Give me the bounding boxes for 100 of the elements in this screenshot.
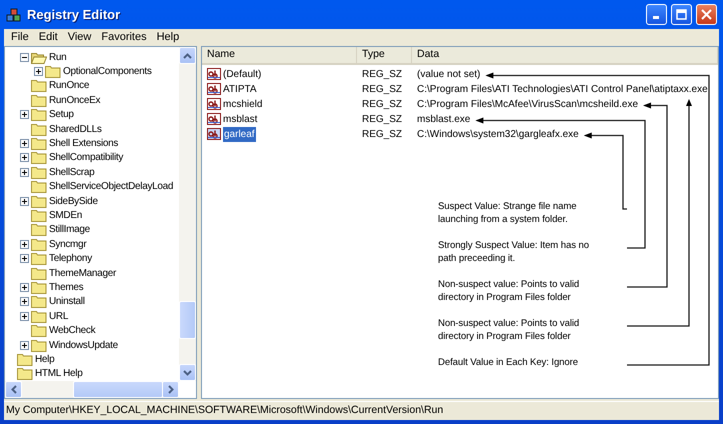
folder-icon: [31, 208, 47, 222]
scrollbar-thumb[interactable]: [73, 381, 163, 398]
expand-toggle[interactable]: [20, 254, 29, 264]
folder-icon: [31, 223, 47, 236]
tree-item[interactable]: SMDEn: [49, 208, 82, 223]
folder-icon: [17, 352, 33, 366]
scroll-down-button[interactable]: [179, 364, 196, 381]
scrollbar-thumb[interactable]: [179, 301, 196, 339]
folder-icon: [31, 338, 47, 352]
expand-toggle[interactable]: [34, 67, 43, 76]
string-value-icon: [207, 128, 222, 141]
callout-text: Suspect Value: Strange file name launching from a system folder.: [438, 201, 578, 226]
menu-item[interactable]: Edit: [34, 29, 63, 46]
maximize-icon: [676, 9, 687, 20]
tree-item[interactable]: WebCheck: [49, 323, 96, 338]
value-data: C:\Windows\system32\gargleafx.exe: [417, 129, 579, 140]
tree-item[interactable]: RunOnceEx: [49, 92, 100, 108]
folder-icon: [31, 79, 47, 92]
minimize-button[interactable]: [646, 4, 667, 25]
vertical-scrollbar[interactable]: [179, 47, 196, 381]
value-type: REG_SZ: [362, 69, 402, 80]
folder-icon: [31, 266, 47, 280]
expand-toggle[interactable]: [20, 168, 29, 177]
tree-item[interactable]: WindowsUpdate: [49, 338, 118, 353]
tree-item[interactable]: ShellServiceObjectDelayLoad: [49, 179, 174, 194]
value-name[interactable]: mcshield: [223, 97, 262, 112]
callout-text: Non-suspect value: Points to valid directory in Program Files folder: [438, 279, 580, 304]
tree-item[interactable]: SharedDLLs: [49, 122, 102, 137]
expand-toggle[interactable]: [20, 297, 29, 306]
tree-item[interactable]: OptionalComponents: [63, 64, 152, 80]
tree-item[interactable]: Setup: [49, 107, 74, 122]
tree-item[interactable]: Telephony: [49, 251, 92, 266]
cubes-icon: [6, 6, 22, 22]
open-folder-icon: [31, 50, 47, 64]
registry-path: My Computer\HKEY_LOCAL_MACHINE\SOFTWARE\Microsoft\Windows\CurrentVersion\Run: [6, 403, 444, 418]
expand-toggle[interactable]: [20, 153, 29, 162]
expand-toggle[interactable]: [20, 312, 29, 321]
value-data: C:\Program Files\McAfee\VirusScan\mcsheild.exe: [417, 99, 638, 110]
value-data: (value not set): [417, 69, 480, 80]
scroll-up-button[interactable]: [179, 47, 196, 64]
folder-icon: [31, 137, 47, 150]
tree-item[interactable]: Help: [35, 352, 54, 367]
string-value-icon: [207, 83, 222, 96]
expand-toggle[interactable]: [20, 282, 29, 292]
value-type: REG_SZ: [362, 129, 402, 140]
tree-item[interactable]: SideBySide: [49, 194, 98, 209]
value-name[interactable]: msblast: [223, 112, 258, 127]
string-value-icon: [207, 68, 222, 81]
close-icon: [701, 9, 712, 20]
maximize-button[interactable]: [671, 4, 692, 25]
expand-toggle[interactable]: [20, 240, 29, 249]
value-type: REG_SZ: [362, 114, 402, 125]
value-data: C:\Program Files\ATI Technologies\ATI Control Panel\atiptaxx.exe: [417, 84, 708, 95]
tree-item[interactable]: Themes: [49, 280, 84, 295]
folder-icon: [31, 238, 47, 251]
tree-item[interactable]: HTML Help: [35, 366, 82, 381]
tree-item[interactable]: Syncmgr: [49, 236, 86, 252]
collapse-toggle[interactable]: [20, 52, 29, 62]
tree-item[interactable]: Uninstall: [49, 294, 85, 310]
folder-icon: [31, 94, 47, 107]
scroll-right-button[interactable]: [162, 381, 179, 398]
tree-item[interactable]: ShellCompatibility: [49, 150, 124, 166]
tree-item[interactable]: URL: [49, 308, 68, 324]
expand-toggle[interactable]: [20, 110, 29, 120]
value-name[interactable]: (Default): [223, 67, 262, 82]
folder-icon: [31, 324, 47, 338]
tree-item[interactable]: StillImage: [49, 222, 90, 238]
window-title: Registry Editor: [27, 6, 120, 24]
tree-item[interactable]: RunOnce: [49, 78, 90, 94]
value-name[interactable]: garleaf: [223, 127, 256, 142]
string-value-icon: [207, 113, 222, 126]
string-value-icon: [207, 98, 222, 111]
column-header[interactable]: Data: [412, 47, 718, 63]
callout-text: Non-suspect value: Points to valid directory in Program Files folder: [438, 318, 580, 343]
folder-icon: [45, 65, 61, 78]
callout-text: Default Value in Each Key: Ignore: [438, 357, 579, 370]
tree-item[interactable]: ShellScrap: [49, 164, 94, 180]
close-button[interactable]: [696, 4, 717, 25]
menu-item[interactable]: Help: [152, 29, 184, 46]
callout-text: Strongly Suspect Value: Item has no path preceeding it.: [438, 240, 590, 265]
horizontal-scrollbar[interactable]: [5, 381, 179, 398]
value-data: msblast.exe: [417, 114, 470, 125]
value-type: REG_SZ: [362, 99, 402, 110]
menu-item[interactable]: File: [6, 29, 34, 46]
folder-icon: [31, 295, 47, 308]
menu-item[interactable]: Favorites: [96, 29, 152, 46]
expand-toggle[interactable]: [20, 196, 29, 206]
expand-toggle[interactable]: [20, 139, 29, 148]
menu-item[interactable]: View: [62, 29, 96, 46]
tree-item[interactable]: ThemeManager: [49, 266, 116, 281]
column-header[interactable]: Type: [357, 47, 412, 63]
value-type: REG_SZ: [362, 84, 402, 95]
folder-icon: [31, 252, 47, 266]
column-header[interactable]: Name: [202, 47, 357, 63]
value-name[interactable]: ATIPTA: [223, 82, 257, 97]
folder-icon: [31, 166, 47, 179]
tree-item[interactable]: Shell Extensions: [49, 136, 118, 152]
tree-item[interactable]: Run: [49, 50, 66, 65]
expand-toggle[interactable]: [20, 340, 29, 350]
scroll-left-button[interactable]: [5, 381, 22, 398]
